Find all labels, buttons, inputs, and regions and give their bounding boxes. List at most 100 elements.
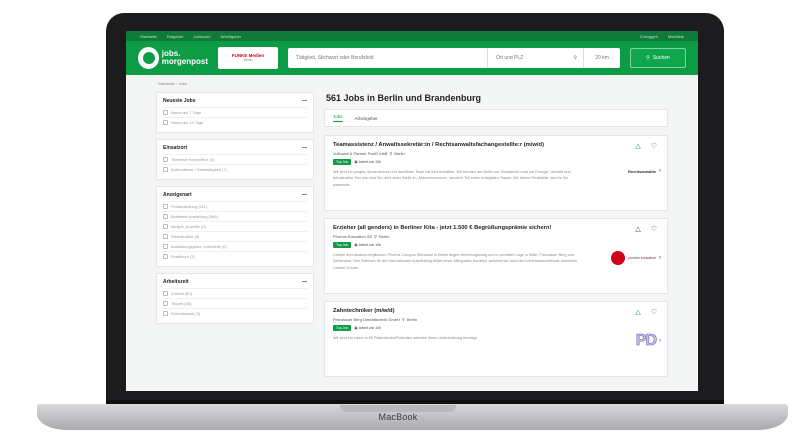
filter-option[interactable]: Teilweise Homeoffice (0) [163, 154, 307, 164]
heart-icon[interactable]: ♡ [651, 308, 657, 316]
filter-sidebar: Neueste Jobs — Neuer als 7 Tage Neuer als… [156, 92, 314, 384]
location-input[interactable]: Ort und PLZ ⚲ [488, 48, 584, 68]
chevron-right-icon: › [659, 255, 661, 261]
status-badge: Top Job [333, 242, 352, 248]
filter-option[interactable]: Werkstudent (6) [163, 231, 307, 241]
job-card[interactable]: Zahntechniker (m/w/d) Prenzlauer Berg De… [324, 301, 668, 377]
job-title[interactable]: Erzieher (all genders) in Berliner Kita … [333, 225, 583, 231]
employer-logo: PD [635, 332, 657, 349]
checkbox[interactable] [163, 157, 168, 162]
heart-icon[interactable]: ♡ [651, 142, 657, 150]
company-name: Vollhardt & Partner PartG mbB [333, 151, 388, 156]
checkbox[interactable] [163, 110, 168, 115]
filter-option[interactable]: Praktikum (3) [163, 251, 307, 261]
location-pin-icon: ⚲ [573, 55, 577, 61]
radius-select[interactable]: 20 km [584, 48, 620, 68]
checkbox[interactable] [163, 234, 168, 239]
checkbox[interactable] [163, 120, 168, 125]
checkbox[interactable] [163, 301, 168, 306]
results-main: 561 Jobs in Berlin und Brandenburg Jobs … [324, 92, 668, 384]
job-description: Wir sind ein Labor in 60 Patientinnen/Pa… [333, 336, 478, 340]
filter-group-location: Einsatzort — Teilweise Homeoffice (0) Auß… [156, 139, 314, 180]
filter-option[interactable]: Außendienst / Reisetätigkeit (7) [163, 164, 307, 174]
filter-option[interactable]: Schichtarbeit (3) [163, 308, 307, 318]
employer-link[interactable]: phorms education › [611, 251, 661, 265]
status-badge: Top Job [333, 325, 352, 331]
report-icon[interactable]: △ [635, 225, 640, 233]
heart-icon[interactable]: ♡ [651, 225, 657, 233]
filter-option[interactable]: Festanstellung (511) [163, 201, 307, 211]
briefcase-icon: ▣ [354, 160, 358, 164]
filter-group-worktime: Arbeitszeit — Vollzeit (60) Teilzeit (45)… [156, 273, 314, 324]
filter-option[interactable]: Befristete Anstellung (366) [163, 211, 307, 221]
watchlist-link[interactable]: Merkliste [668, 34, 684, 39]
partner-logo[interactable]: FUNKE Medien Berlin [218, 47, 278, 69]
status-badge: Top Job [333, 159, 352, 165]
report-icon[interactable]: △ [635, 142, 640, 150]
filter-group-type: Anzeigenart — Festanstellung (511) Befris… [156, 186, 314, 267]
tab-jobs[interactable]: Jobs [333, 114, 343, 122]
breadcrumb[interactable]: Startseite › Jobs [126, 75, 698, 92]
top-nav-item[interactable]: Ratgeber [167, 34, 183, 39]
location-pin-icon: ⚲ [374, 234, 378, 239]
filter-option[interactable]: Teilzeit (45) [163, 298, 307, 308]
collapse-icon: — [302, 192, 307, 198]
chevron-right-icon: › [659, 168, 661, 174]
site-header: jobs. morgenpost FUNKE Medien Berlin Tät… [126, 41, 698, 75]
site-logo[interactable]: jobs. morgenpost [138, 47, 208, 69]
browser-screen: Startseite Ratgeber Jobsuche Arbeitgeber… [126, 31, 698, 391]
job-title[interactable]: Teamassistenz / Anwaltssekretär:in / Rec… [333, 142, 583, 148]
page-content: Neueste Jobs — Neuer als 7 Tage Neuer als… [126, 92, 698, 384]
search-input[interactable]: Tätigkeit, Stichwort oder Berufsfeld [288, 48, 488, 68]
filter-group-newest: Neueste Jobs — Neuer als 7 Tage Neuer als… [156, 92, 314, 133]
job-description: Unsere drei deutsch-englischen Phorms Ca… [333, 253, 579, 270]
chevron-right-icon: › [659, 338, 661, 344]
login-link[interactable]: Einloggen [640, 34, 658, 39]
checkbox[interactable] [163, 204, 168, 209]
filter-option[interactable]: Neuer als 14 Tage [163, 117, 307, 127]
job-location: Berlin [379, 234, 390, 239]
checkbox[interactable] [163, 224, 168, 229]
top-nav-item[interactable]: Arbeitgeber [221, 34, 242, 39]
employer-logo: phorms education [628, 256, 656, 260]
top-nav-item[interactable]: Jobsuche [193, 34, 210, 39]
employer-link[interactable]: PD › [635, 332, 661, 349]
location-pin-icon: ⚲ [389, 151, 393, 156]
report-icon[interactable]: △ [635, 308, 640, 316]
location-pin-icon: ⚲ [401, 317, 405, 322]
top-nav: Startseite Ratgeber Jobsuche Arbeitgeber… [126, 31, 698, 41]
top-nav-item[interactable]: Startseite [140, 34, 157, 39]
collapse-icon: — [302, 98, 307, 104]
filter-option[interactable]: Vollzeit (60) [163, 288, 307, 298]
search-button[interactable]: ⚲ Suchen [630, 48, 686, 68]
job-location: Berlin [406, 317, 418, 322]
job-card[interactable]: Teamassistenz / Anwaltssekretär:in / Rec… [324, 135, 668, 211]
filter-option[interactable]: Ausbildungsplatz, Lehrstelle (2) [163, 241, 307, 251]
briefcase-icon: ▣ [354, 326, 358, 330]
checkbox[interactable] [163, 214, 168, 219]
filter-option[interactable]: Neuer als 7 Tage [163, 107, 307, 117]
company-name: Prenzlauer Berg Dentaltechnik GmbH [333, 317, 400, 322]
job-card[interactable]: Erzieher (all genders) in Berliner Kita … [324, 218, 668, 294]
search-icon: ⚲ [646, 55, 650, 61]
laptop-notch [340, 405, 456, 412]
checkbox[interactable] [163, 291, 168, 296]
checkbox[interactable] [163, 311, 168, 316]
checkbox[interactable] [163, 167, 168, 172]
job-title[interactable]: Zahntechniker (m/w/d) [333, 308, 583, 314]
company-name: Phorms Education SE [333, 234, 373, 239]
employer-logo-mark [611, 251, 626, 265]
checkbox[interactable] [163, 244, 168, 249]
job-description: Wir sind ein junges, dynamisches und fam… [333, 170, 571, 187]
results-tabs: Jobs Arbeitgeber [324, 109, 668, 127]
filter-option[interactable]: Minijob, Aushilfe (9) [163, 221, 307, 231]
employer-logo: Rechtsanwälte [627, 168, 656, 174]
employer-link[interactable]: Rechtsanwälte › [628, 168, 661, 174]
checkbox[interactable] [163, 254, 168, 259]
logo-icon [138, 47, 159, 69]
tab-employers[interactable]: Arbeitgeber [355, 116, 378, 121]
page-title: 561 Jobs in Berlin und Brandenburg [326, 93, 482, 103]
laptop-mockup: MacBook Startseite Ratgeber Jobsuche Arb… [0, 0, 796, 436]
device-brand: MacBook [378, 412, 418, 422]
briefcase-icon: ▣ [354, 243, 358, 247]
